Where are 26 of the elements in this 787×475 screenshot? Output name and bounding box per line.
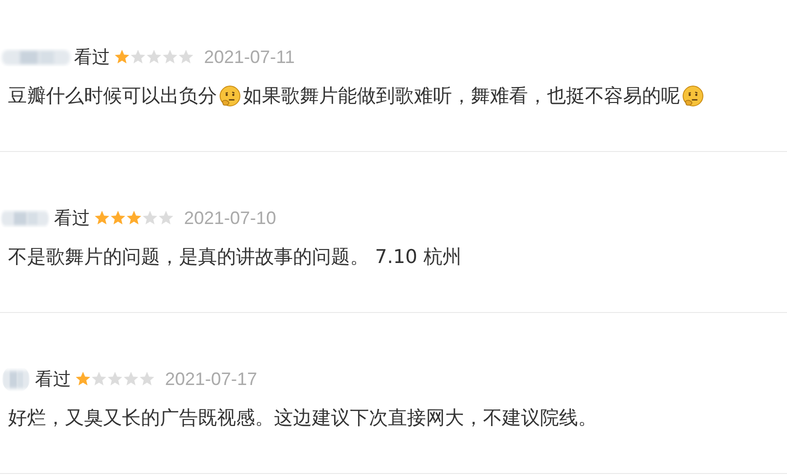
- review-text: 好烂，又臭又长的广告既视感。这边建议下次直接网大，不建议院线。: [8, 406, 598, 430]
- status-label: 看过: [54, 207, 90, 230]
- star-icon: [123, 371, 139, 387]
- review-date: 2021-07-17: [165, 368, 258, 390]
- star-icon: [94, 210, 110, 226]
- star-icon: [139, 371, 155, 387]
- star-icon: [107, 371, 123, 387]
- star-icon: [114, 49, 130, 65]
- status-label: 看过: [35, 368, 71, 391]
- star-icon: [110, 210, 126, 226]
- thinking-face-icon: [219, 85, 241, 107]
- star-icon: [142, 210, 158, 226]
- star-icon: [162, 49, 178, 65]
- review-date: 2021-07-11: [204, 46, 295, 68]
- star-icon: [75, 371, 91, 387]
- thinking-face-icon: [682, 85, 704, 107]
- review-text: 豆瓣什么时候可以出负分 如果歌舞片能做到歌难听，舞难看，也挺不容易的呢: [8, 84, 787, 108]
- review-date: 2021-07-10: [184, 208, 276, 228]
- star-icon: [130, 49, 146, 65]
- review-text: 不是歌舞片的问题，是真的讲故事的问题。 7.10 杭州: [8, 245, 462, 269]
- star-icon: [91, 371, 107, 387]
- status-label: 看过: [74, 46, 110, 69]
- star-icon: [146, 49, 162, 65]
- star-icon: [178, 49, 194, 65]
- star-icon: [126, 210, 142, 226]
- star-icon: [158, 210, 174, 226]
